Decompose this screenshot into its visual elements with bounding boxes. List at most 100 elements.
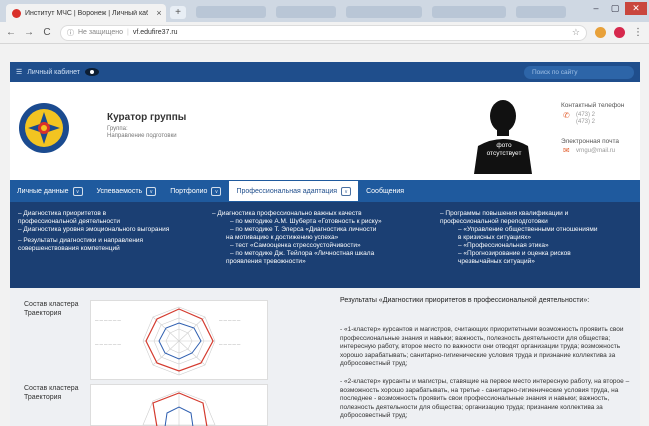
menu-item-taylor[interactable]: – по методике Дж. Тейлора «Личностная шк… [212,250,382,258]
menu-item-shubert[interactable]: – по методике А.М. Шуберта «Готовность к… [212,218,382,226]
browser-menu-icon[interactable]: ⋮ [633,27,643,38]
menu-item-taylor[interactable]: проявления тревожности» [212,258,382,266]
cluster-label: Состав кластера Траектория [24,300,79,318]
mchs-emblem-icon [19,103,69,153]
browser-tab-active[interactable]: Институт МЧС | Воронеж | Личный кабинет … [6,4,166,22]
radar-chart-image [90,384,268,426]
site-header-bar: ☰ Личный кабинет Поиск по сайту [10,62,640,82]
menu-item-elers[interactable]: на мотивацию к достижению успеха» [212,234,382,242]
page-title: Куратор группы [107,112,187,123]
dropdown-column: – Диагностика приоритетов в профессионал… [18,210,169,253]
tab-close-icon[interactable]: × [152,8,166,18]
svg-text:— — — — —: — — — — — [219,318,241,322]
back-button[interactable]: ← [6,27,16,38]
direction-label: Направление подготовки [107,133,177,139]
background-tab[interactable] [432,6,506,18]
account-label[interactable]: Личный кабинет [27,69,80,76]
background-tab[interactable] [196,6,266,18]
reload-button[interactable]: C [42,27,52,38]
results-title: Результаты «Диагностики приоритетов в пр… [340,297,590,304]
tab-messages[interactable]: Сообщения [359,180,411,202]
main-nav: Личные данные ∨ Успеваемость ∨ Портфолио… [10,180,640,202]
menu-item-burnout[interactable]: – Диагностика уровня эмоционального выго… [18,226,169,234]
tab-label: Успеваемость [96,187,143,195]
tab-performance[interactable]: Успеваемость ∨ [90,180,164,202]
menu-item-risk-assessment[interactable]: чрезвычайных ситуаций» [440,258,598,266]
menu-item-public-relations[interactable]: в кризисных ситуациях» [440,234,598,242]
cluster-label-line: Траектория [24,310,62,317]
tab-label: Сообщения [366,187,405,195]
security-label: Не защищено [78,29,123,36]
chevron-down-icon: ∨ [341,186,352,196]
photo-placeholder-caption: фото отсутствует [476,142,532,158]
background-tab[interactable] [276,6,336,18]
tab-portfolio[interactable]: Портфолио ∨ [163,180,228,202]
bookmark-star-icon[interactable]: ☆ [572,27,580,38]
menu-item-risk-assessment[interactable]: – «Прогнозирование и оценка рисков [440,250,598,258]
window-maximize-button[interactable]: ▢ [606,2,624,15]
menu-item-public-relations[interactable]: – «Управление общественными отношениями [440,226,598,234]
email-link[interactable]: vrngu@mail.ru [576,148,615,154]
adaptation-dropdown-menu: – Диагностика приоритетов в профессионал… [10,202,640,288]
background-tab[interactable] [346,6,422,18]
tab-professional-adaptation[interactable]: Профессиональная адаптация ∨ [228,180,360,202]
info-icon[interactable]: ⓘ [67,28,74,38]
browser-toolbar: ← → C ⓘ Не защищено | vf.edufire37.ru ☆ … [0,22,649,44]
menu-item-results[interactable]: совершенствования компетенций [18,245,169,253]
url-text[interactable]: vf.edufire37.ru [133,29,178,36]
eye-icon[interactable] [84,68,99,76]
chevron-down-icon: ∨ [72,186,83,196]
menu-item-stress-test[interactable]: – тест «Самооценка стрессоустойчивости» [212,242,382,250]
phone-label: Контактный телефон [561,102,625,109]
svg-text:— — — — — —: — — — — — — [95,342,121,346]
forward-button[interactable]: → [24,27,34,38]
window-close-button[interactable]: ✕ [625,2,647,15]
extension-icon[interactable] [595,27,606,38]
cluster-label: Состав кластера Траектория [24,384,79,402]
svg-text:— — — — —: — — — — — [219,342,241,346]
background-tab[interactable] [516,6,566,18]
dropdown-column: – Диагностика профессионально важных кач… [212,210,382,266]
chevron-down-icon: ∨ [146,186,157,196]
window-minimize-button[interactable]: – [587,2,605,15]
user-silhouette-icon [474,100,532,174]
phone-value: (473) 2 [576,112,596,118]
radar-chart-image: — — — — — — — — — — — — — — — — — — — — — … [90,300,268,380]
tab-title: Институт МЧС | Воронеж | Личный кабинет [25,9,148,17]
menu-item-priorities[interactable]: – Диагностика приоритетов в [18,210,169,218]
envelope-icon: ✉ [563,146,570,155]
address-bar[interactable]: ⓘ Не защищено | vf.edufire37.ru ☆ [60,24,587,41]
cluster-label-line: Состав кластера [24,385,79,392]
photo-caption-line: отсутствует [486,150,522,157]
menu-heading-qualities[interactable]: – Диагностика профессионально важных кач… [212,210,382,218]
cluster-label-line: Траектория [24,394,62,401]
menu-heading-programs[interactable]: профессиональной переподготовки [440,218,598,226]
menu-item-elers[interactable]: – по методике Т. Элерса «Диагностика лич… [212,226,382,234]
menu-item-results[interactable]: – Результаты диагностики и направления [18,237,169,245]
svg-text:— — — — — —: — — — — — — [95,318,121,322]
phone-value: (473) 2 [576,119,596,125]
menu-item-priorities[interactable]: профессиональной деятельности [18,218,169,226]
tab-label: Профессиональная адаптация [236,187,338,195]
mchs-favicon-icon [12,8,21,18]
menu-item-ethics[interactable]: – «Профессиональная этика» [440,242,598,250]
account-menu-icon[interactable]: ☰ [16,68,22,76]
main-content: Состав кластера Траектория — — — — — — — … [10,288,640,426]
browser-tabstrip: Институт МЧС | Воронеж | Личный кабинет … [0,0,649,22]
phone-icon: ✆ [563,111,570,120]
email-label: Электронная почта [561,138,620,145]
tab-personal-data[interactable]: Личные данные ∨ [10,180,90,202]
cluster-2-description: - «2-кластер» курсанты и магистры, ставя… [340,378,630,420]
menu-heading-programs[interactable]: – Программы повышения квалификации и [440,210,598,218]
chevron-down-icon: ∨ [211,186,222,196]
photo-caption-line: фото [496,142,512,149]
group-label: Группа: [107,126,128,132]
tab-label: Личные данные [17,187,69,195]
tab-label: Портфолио [170,187,208,195]
new-tab-button[interactable]: + [170,6,186,19]
cluster-label-line: Состав кластера [24,301,79,308]
site-search-input[interactable]: Поиск по сайту [524,65,634,79]
profile-avatar-icon[interactable] [614,27,625,38]
cluster-1-description: - «1-кластер» курсантов и магистров, счи… [340,326,624,368]
dropdown-column: – Программы повышения квалификации и про… [440,210,598,266]
